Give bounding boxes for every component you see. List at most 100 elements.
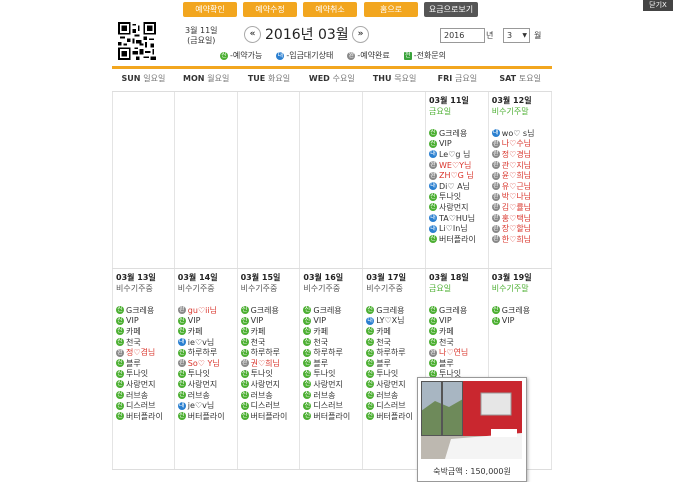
- room-entry[interactable]: 완 김♡률님: [491, 202, 551, 213]
- room-entry[interactable]: 신 G크레용: [428, 305, 488, 316]
- room-entry[interactable]: 신 VIP: [428, 316, 488, 327]
- room-entry[interactable]: 신 G크레용: [491, 305, 551, 316]
- view-rates-button[interactable]: 요금으로보기: [424, 2, 478, 17]
- room-entry[interactable]: 신 VIP: [177, 316, 237, 327]
- room-entry[interactable]: 신 VIP: [303, 316, 362, 327]
- available-status-icon: 신: [366, 327, 375, 336]
- room-entry[interactable]: 신 VIP: [116, 316, 174, 327]
- room-name: 천국: [250, 337, 266, 347]
- room-entry[interactable]: 신 하루하루: [303, 347, 362, 358]
- toolbar-button-2[interactable]: 예약취소: [303, 2, 357, 17]
- room-entry[interactable]: 대 TA♡HU님: [428, 213, 488, 224]
- room-entry[interactable]: 신 버터플라이: [116, 411, 174, 422]
- room-entry[interactable]: 신 투나잇: [116, 369, 174, 380]
- room-entry[interactable]: 신 천국: [240, 337, 300, 348]
- room-entry[interactable]: 완 한♡희님: [491, 234, 551, 245]
- room-entry[interactable]: 신 버터플라이: [303, 411, 362, 422]
- room-entry[interactable]: 신 블루: [366, 358, 425, 369]
- prev-month-button[interactable]: «: [244, 26, 261, 43]
- room-entry[interactable]: 신 천국: [303, 337, 362, 348]
- room-entry[interactable]: 신 사랑먼지: [303, 379, 362, 390]
- room-entry[interactable]: 완 gu♡ii님: [177, 305, 237, 316]
- room-entry[interactable]: 완 유♡근님: [491, 181, 551, 192]
- room-entry[interactable]: 완 홍♡택님: [491, 213, 551, 224]
- room-entry[interactable]: 완 장♡할님: [491, 223, 551, 234]
- room-entry[interactable]: 신 하루하루: [366, 347, 425, 358]
- room-entry[interactable]: 신 버터플라이: [428, 234, 488, 245]
- room-entry[interactable]: 신 버터플라이: [177, 411, 237, 422]
- gray-status-icon: 완: [347, 51, 356, 60]
- room-entry[interactable]: 완 관♡지님: [491, 160, 551, 171]
- next-month-button[interactable]: »: [352, 26, 369, 43]
- room-entry[interactable]: 신 사랑먼지: [240, 379, 300, 390]
- room-entry[interactable]: 신 카페: [116, 326, 174, 337]
- room-entry[interactable]: 완 윤♡희님: [491, 170, 551, 181]
- room-name: 사랑먼지: [126, 379, 156, 389]
- room-entry[interactable]: 신 G크레용: [428, 128, 488, 139]
- room-entry[interactable]: 신 천국: [116, 337, 174, 348]
- room-name: 천국: [126, 337, 141, 347]
- room-entry[interactable]: 신 투나잇: [303, 369, 362, 380]
- room-entry[interactable]: 신 투나잇: [240, 369, 300, 380]
- room-entry[interactable]: 완 WE♡Y님: [428, 160, 488, 171]
- room-entry[interactable]: 대 LY♡X님: [366, 316, 425, 327]
- room-entry[interactable]: 대 ie♡v님: [177, 337, 237, 348]
- room-name: LY♡X님: [376, 316, 405, 326]
- pending-status-icon: 대: [491, 129, 500, 138]
- room-entry[interactable]: 신 VIP: [428, 139, 488, 150]
- room-entry[interactable]: 신 사랑먼지: [177, 379, 237, 390]
- year-select[interactable]: 2016: [440, 28, 485, 43]
- room-entry[interactable]: 대 je♡v님: [177, 400, 237, 411]
- room-entry[interactable]: 신 카페: [177, 326, 237, 337]
- room-entry[interactable]: 완 ZH♡G 님: [428, 170, 488, 181]
- room-entry[interactable]: 신 러브송: [303, 390, 362, 401]
- room-entry[interactable]: 신 카페: [366, 326, 425, 337]
- room-entry[interactable]: 신 하루하루: [240, 347, 300, 358]
- room-entry[interactable]: 신 카페: [428, 326, 488, 337]
- toolbar-button-1[interactable]: 예약수정: [243, 2, 297, 17]
- close-button[interactable]: 닫기X: [643, 0, 673, 11]
- room-entry[interactable]: 완 정♡겸님: [116, 347, 174, 358]
- room-entry[interactable]: 완 나♡수님: [491, 139, 551, 150]
- room-entry[interactable]: 신 버터플라이: [240, 411, 300, 422]
- room-entry[interactable]: 신 천국: [366, 337, 425, 348]
- room-entry[interactable]: 대 wo♡ s님: [491, 128, 551, 139]
- complete-status-icon: 완: [177, 359, 186, 368]
- room-entry[interactable]: 신 러브송: [177, 390, 237, 401]
- room-entry[interactable]: 신 G크레용: [116, 305, 174, 316]
- room-entry[interactable]: 신 투나잇: [428, 192, 488, 203]
- room-entry[interactable]: 신 디스러브: [116, 400, 174, 411]
- room-entry[interactable]: 신 하루하루: [177, 347, 237, 358]
- pending-status-icon: 대: [428, 214, 437, 223]
- room-entry[interactable]: 신 투나잇: [177, 369, 237, 380]
- room-entry[interactable]: 완 박♡나님: [491, 192, 551, 203]
- room-entry[interactable]: 신 G크레용: [366, 305, 425, 316]
- room-entry[interactable]: 신 카페: [303, 326, 362, 337]
- room-entry[interactable]: 신 러브송: [240, 390, 300, 401]
- room-entry[interactable]: 대 Le♡g 님: [428, 149, 488, 160]
- room-entry[interactable]: 신 러브송: [116, 390, 174, 401]
- room-entry[interactable]: 신 디스러브: [240, 400, 300, 411]
- room-entry[interactable]: 신 사랑먼지: [116, 379, 174, 390]
- room-entry[interactable]: 완 나♡연님: [428, 347, 488, 358]
- room-entry[interactable]: 대 Li♡In님: [428, 223, 488, 234]
- room-entry[interactable]: 신 천국: [428, 337, 488, 348]
- room-entry[interactable]: 신 VIP: [240, 316, 300, 327]
- room-entry[interactable]: 신 카페: [240, 326, 300, 337]
- room-entry[interactable]: 완 정♡경님: [491, 149, 551, 160]
- room-entry[interactable]: 신 블루: [428, 358, 488, 369]
- toolbar-button-3[interactable]: 홈으로: [364, 2, 418, 17]
- room-entry[interactable]: 신 사랑먼지: [428, 202, 488, 213]
- available-status-icon: 신: [428, 139, 437, 148]
- room-entry[interactable]: 완 권♡희님: [240, 358, 300, 369]
- month-select[interactable]: 3 ▼: [503, 28, 530, 43]
- room-entry[interactable]: 신 G크레용: [303, 305, 362, 316]
- room-entry[interactable]: 신 블루: [303, 358, 362, 369]
- room-entry[interactable]: 완 So♡ Y님: [177, 358, 237, 369]
- room-entry[interactable]: 대 Di♡ A님: [428, 181, 488, 192]
- toolbar-button-0[interactable]: 예약확인: [183, 2, 237, 17]
- room-entry[interactable]: 신 디스러브: [303, 400, 362, 411]
- room-entry[interactable]: 신 VIP: [491, 316, 551, 327]
- room-entry[interactable]: 신 G크레용: [240, 305, 300, 316]
- room-entry[interactable]: 신 블루: [116, 358, 174, 369]
